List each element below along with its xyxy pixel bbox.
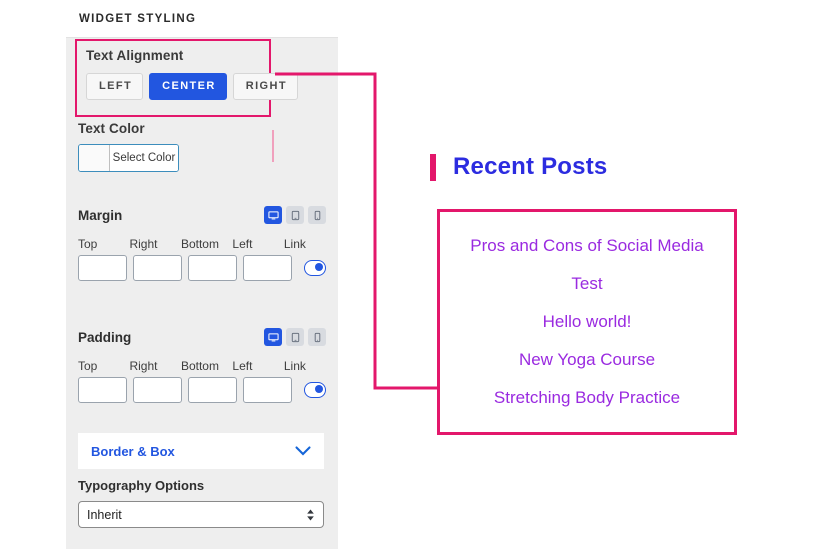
toggle-knob — [315, 385, 323, 393]
widget-styling-panel: WIDGET STYLING Text Alignment LEFT CENTE… — [66, 0, 338, 549]
margin-left-input[interactable] — [243, 255, 292, 281]
margin-left-label: Left — [232, 237, 253, 251]
margin-section: Margin Top Right Bottom Left Link — [78, 205, 326, 281]
desktop-icon[interactable] — [264, 328, 282, 346]
padding-field-labels: Top Right Bottom Left Link — [78, 359, 326, 373]
color-swatch[interactable] — [79, 145, 110, 171]
list-item[interactable]: Pros and Cons of Social Media — [470, 236, 703, 256]
padding-left-input[interactable] — [243, 377, 292, 403]
recent-posts-title: Recent Posts — [453, 153, 608, 180]
tablet-icon[interactable] — [286, 328, 304, 346]
widget-preview: Recent Posts Pros and Cons of Social Med… — [430, 150, 750, 435]
margin-header: Margin — [78, 205, 326, 225]
text-color-group: Text Color Select Color — [78, 121, 318, 172]
typography-group: Typography Options Inherit — [78, 478, 324, 528]
padding-top-label: Top — [78, 359, 98, 373]
stepper-arrows-icon — [306, 508, 315, 522]
margin-bottom-label: Bottom — [180, 237, 219, 251]
padding-right-input[interactable] — [133, 377, 182, 403]
border-and-box-accordion[interactable]: Border & Box — [78, 433, 324, 469]
typography-selected-value: Inherit — [87, 507, 122, 522]
typography-select[interactable]: Inherit — [78, 501, 324, 528]
padding-bottom-input[interactable] — [188, 377, 237, 403]
padding-inputs — [78, 377, 326, 403]
border-and-box-label: Border & Box — [91, 443, 175, 459]
text-alignment-buttons: LEFT CENTER RIGHT — [86, 73, 298, 100]
mobile-icon[interactable] — [308, 206, 326, 224]
desktop-icon[interactable] — [264, 206, 282, 224]
text-color-label: Text Color — [78, 121, 145, 136]
margin-device-toggles — [264, 206, 326, 224]
margin-top-label: Top — [78, 237, 98, 251]
padding-link-label: Link — [283, 359, 306, 373]
page-title: WIDGET STYLING — [79, 12, 197, 25]
margin-top-input[interactable] — [78, 255, 127, 281]
margin-label: Margin — [78, 207, 123, 223]
padding-label: Padding — [78, 329, 132, 345]
list-item[interactable]: New Yoga Course — [519, 350, 655, 370]
align-right-button[interactable]: RIGHT — [232, 73, 298, 100]
panel-header: WIDGET STYLING — [66, 0, 338, 38]
margin-inputs — [78, 255, 326, 281]
padding-device-toggles — [264, 328, 326, 346]
heading-accent-bar — [430, 153, 436, 181]
mobile-icon[interactable] — [308, 328, 326, 346]
padding-header: Padding — [78, 327, 326, 347]
margin-link-toggle[interactable] — [304, 260, 326, 276]
padding-left-label: Left — [232, 359, 253, 373]
toggle-knob — [315, 263, 323, 271]
padding-top-input[interactable] — [78, 377, 127, 403]
padding-bottom-label: Bottom — [180, 359, 219, 373]
tablet-icon[interactable] — [286, 206, 304, 224]
select-color-label: Select Color — [110, 145, 178, 171]
margin-bottom-input[interactable] — [188, 255, 237, 281]
margin-field-labels: Top Right Bottom Left Link — [78, 237, 326, 251]
recent-posts-list-box: Pros and Cons of Social Media Test Hello… — [437, 209, 737, 435]
select-color-button[interactable]: Select Color — [78, 144, 179, 172]
text-alignment-group: Text Alignment LEFT CENTER RIGHT — [75, 39, 298, 117]
text-alignment-label: Text Alignment — [86, 48, 184, 63]
align-center-button[interactable]: CENTER — [149, 73, 227, 100]
margin-right-label: Right — [129, 237, 158, 251]
padding-right-label: Right — [129, 359, 158, 373]
recent-posts-heading: Recent Posts — [430, 150, 750, 184]
padding-section: Padding Top Right Bottom Left Link — [78, 327, 326, 403]
margin-link-label: Link — [283, 237, 306, 251]
typography-options-label: Typography Options — [78, 478, 205, 493]
list-item[interactable]: Stretching Body Practice — [494, 388, 680, 408]
list-item[interactable]: Test — [571, 274, 602, 294]
margin-right-input[interactable] — [133, 255, 182, 281]
faint-accent-tick — [272, 130, 274, 162]
list-item[interactable]: Hello world! — [543, 312, 632, 332]
padding-link-toggle[interactable] — [304, 382, 326, 398]
chevron-down-icon[interactable] — [295, 446, 311, 456]
align-left-button[interactable]: LEFT — [86, 73, 144, 100]
